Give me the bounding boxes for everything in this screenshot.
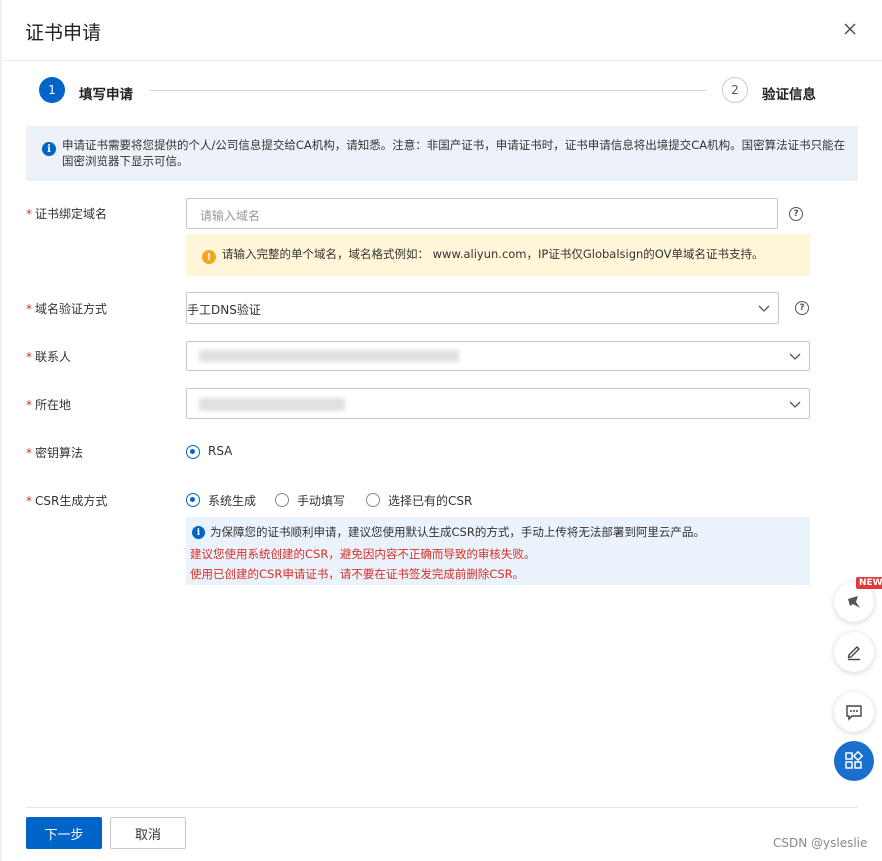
blurred-location: [199, 398, 345, 411]
csr-warning-text-2: 使用已创建的CSR申请证书，请不要在证书签发完成前删除CSR。: [190, 567, 525, 581]
footer-divider: [26, 807, 858, 808]
location-select[interactable]: [186, 388, 810, 419]
csr-existing-radio[interactable]: [366, 493, 380, 507]
domain-label: * 证书绑定域名: [26, 207, 108, 221]
next-button[interactable]: 下一步: [26, 817, 102, 849]
rsa-radio-label: RSA: [208, 444, 233, 458]
notice-text: 申请证书需要将您提供的个人/公司信息提交给CA机构，请知悉。注意：非国产证书，申…: [62, 138, 846, 168]
watermark: CSDN @ysleslie: [773, 836, 868, 850]
domain-input[interactable]: 请输入域名: [186, 198, 778, 229]
info-icon: i: [42, 142, 56, 156]
step-2-label: 验证信息: [762, 87, 816, 103]
required-mark: *: [26, 302, 32, 316]
cancel-button[interactable]: 取消: [110, 817, 186, 849]
new-badge: NEW: [856, 577, 882, 589]
left-edge: [0, 0, 2, 861]
csr-system-radio[interactable]: [186, 493, 200, 507]
contact-select[interactable]: [186, 341, 810, 371]
info-icon: i: [192, 526, 205, 539]
chat-icon: [846, 705, 862, 721]
key-algorithm-label: * 密钥算法: [26, 446, 84, 460]
chevron-down-icon: [758, 305, 770, 312]
warning-icon: !: [202, 250, 216, 264]
required-mark: *: [26, 446, 32, 460]
dialog-title: 证书申请: [25, 22, 102, 44]
location-label: * 所在地: [26, 398, 72, 412]
chevron-down-icon: [789, 401, 801, 408]
domain-placeholder: 请输入域名: [200, 209, 261, 223]
close-icon: [844, 23, 856, 35]
rsa-radio[interactable]: [186, 445, 200, 459]
edit-button[interactable]: [834, 632, 874, 672]
required-mark: *: [26, 207, 32, 221]
domain-warning-text: 请输入完整的单个域名，域名格式例如： www.aliyun.com，IP证书仅G…: [222, 247, 764, 261]
csr-manual-label: 手动填写: [297, 494, 346, 508]
apps-grid-icon: [845, 751, 864, 769]
verify-method-select[interactable]: 手工DNS验证: [186, 292, 779, 324]
feedback-button[interactable]: [834, 692, 874, 732]
contact-label: * 联系人: [26, 350, 72, 364]
step-1-label: 填写申请: [79, 87, 133, 103]
pencil-icon: [847, 646, 860, 661]
domain-help-icon[interactable]: ?: [789, 207, 803, 221]
blurred-contact: [199, 350, 459, 362]
close-button[interactable]: [841, 20, 859, 38]
step-connector: [150, 90, 706, 91]
header-divider: [0, 60, 882, 61]
csr-warning-text-1: 建议您使用系统创建的CSR，避免因内容不正确而导致的审核失败。: [190, 547, 536, 561]
required-mark: *: [26, 398, 32, 412]
csr-system-label: 系统生成: [208, 494, 257, 508]
step-1-indicator: 1: [39, 77, 65, 103]
csr-method-label: * CSR生成方式: [26, 494, 108, 508]
verify-method-label: * 域名验证方式: [26, 302, 108, 316]
verify-method-value: 手工DNS验证: [187, 303, 261, 317]
csr-existing-label: 选择已有的CSR: [388, 494, 473, 508]
csr-manual-radio[interactable]: [275, 493, 289, 507]
verify-help-icon[interactable]: ?: [795, 301, 809, 315]
chevron-down-icon: [789, 353, 801, 360]
required-mark: *: [26, 350, 32, 364]
csr-info-text: 为保障您的证书顺利申请，建议您使用默认生成CSR的方式，手动上传将无法部署到阿里…: [210, 525, 705, 539]
required-mark: *: [26, 494, 32, 508]
apps-button[interactable]: [834, 741, 874, 781]
megaphone-icon: [848, 596, 860, 608]
step-2-indicator: 2: [722, 77, 748, 103]
